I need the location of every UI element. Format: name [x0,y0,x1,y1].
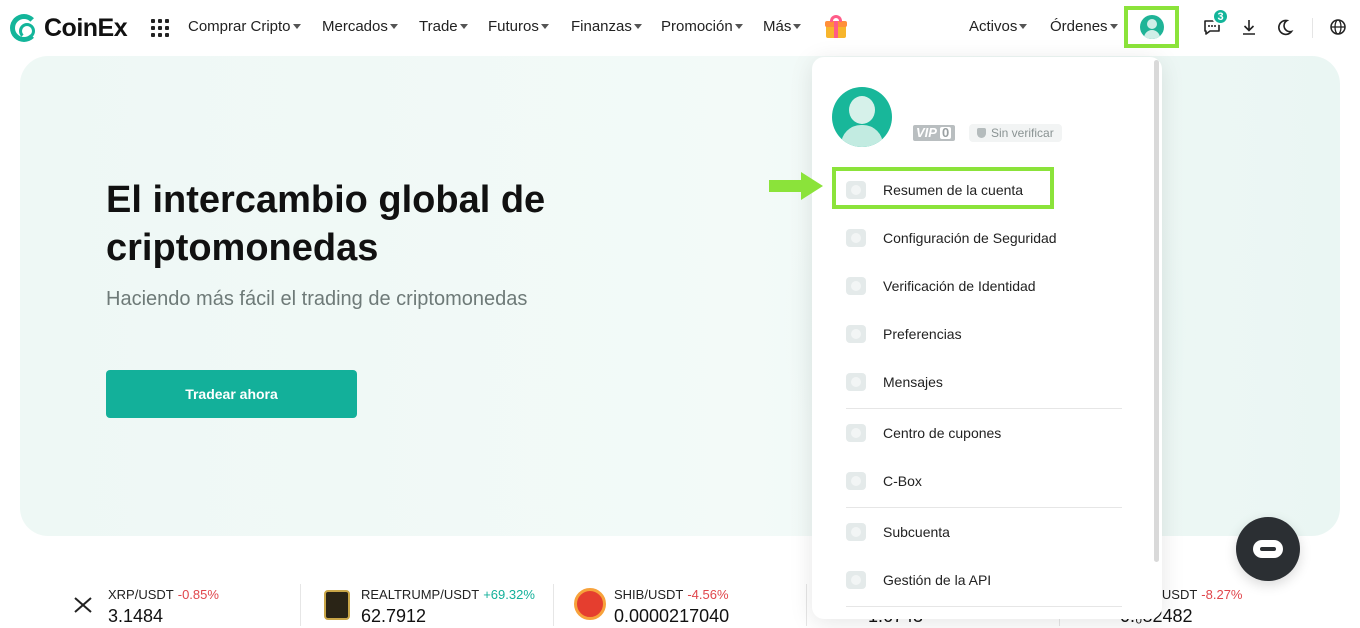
menu-item-subaccount[interactable]: Subcuenta [846,514,1136,550]
divider [1312,18,1313,38]
vip-level: 0 [938,126,953,140]
ticker-price: 62.7912 [361,606,427,626]
api-icon [846,571,866,589]
menu-item-identity-verification[interactable]: Verificación de Identidad [846,268,1136,304]
chat-bubble-icon [1253,540,1283,558]
ticker-pair: SHIB/USDT [614,587,684,602]
ticker-change: -4.56% [687,587,729,602]
shib-coin-icon [574,588,606,620]
menu-item-label: Preferencias [883,326,962,342]
message-icon [846,373,866,391]
box-icon [846,472,866,490]
account-dropdown-menu: VIP 0 Sin verificar Resumen de la cuenta … [812,57,1162,619]
avatar-icon [832,87,892,147]
globe-icon[interactable] [1327,16,1349,38]
chevron-down-icon [292,24,301,29]
chevron-down-icon [1109,24,1118,29]
top-navigation-bar: CoinEx Comprar Cripto Mercados Trade Fut… [0,0,1360,56]
chevron-down-icon [793,24,802,29]
divider [846,606,1122,607]
chevron-down-icon [734,24,743,29]
account-avatar-button[interactable] [1124,6,1179,48]
menu-item-label: C-Box [883,473,922,489]
ticker-price: 3.1484 [108,606,164,626]
chevron-down-icon [389,24,398,29]
menu-item-api-management[interactable]: Gestión de la API [846,562,1136,598]
ticker-pair: REALTRUMP/USDT [361,587,480,602]
chevron-down-icon [540,24,549,29]
menu-item-label: Gestión de la API [883,572,992,588]
menu-item-label: Configuración de Seguridad [883,230,1057,246]
moon-icon[interactable] [1274,16,1296,38]
realtrump-coin-icon [324,590,350,620]
notification-count-badge: 3 [1212,8,1229,25]
divider [553,584,554,626]
ticker-pair: XRP/USDT [108,587,174,602]
menu-item-coupon-center[interactable]: Centro de cupones [846,415,1136,451]
trade-now-button[interactable]: Tradear ahora [106,370,357,418]
ticker-change: +69.32% [483,587,535,602]
support-chat-button[interactable] [1236,517,1300,581]
apps-grid-icon[interactable] [151,19,169,37]
menu-item-label: Mensajes [883,374,943,390]
shield-icon [846,229,866,247]
chevron-down-icon [1019,24,1028,29]
nav-activos[interactable]: Activos [969,18,1028,35]
menu-item-messages[interactable]: Mensajes [846,364,1136,400]
nav-mercados[interactable]: Mercados [322,18,398,35]
ticker-change: -8.27% [1201,587,1243,602]
ticker-item-shib[interactable]: SHIB/USDT -4.56% 0.0000217040 [574,584,804,628]
highlight-box [832,167,1054,209]
ticker-change: -0.85% [177,587,219,602]
gift-icon[interactable] [825,15,847,39]
divider [846,507,1122,508]
dropdown-scrollbar[interactable] [1154,60,1159,562]
logo-text: CoinEx [44,13,128,42]
divider [300,584,301,626]
ticker-price: 0.0000217040 [614,606,730,626]
hero-title: El intercambio global de criptomonedas [106,179,546,269]
xrp-coin-icon [74,597,92,613]
annotation-arrow-icon [769,172,823,200]
chevron-down-icon [633,24,642,29]
coupon-icon [846,424,866,442]
nav-comprar-cripto[interactable]: Comprar Cripto [188,18,301,35]
vip-badge: VIP 0 [913,125,956,141]
chevron-down-icon [459,24,468,29]
menu-item-preferences[interactable]: Preferencias [846,316,1136,352]
nav-futuros[interactable]: Futuros [488,18,549,35]
nav-trade[interactable]: Trade [419,18,468,35]
menu-item-c-box[interactable]: C-Box [846,463,1136,499]
settings-icon [846,325,866,343]
download-icon[interactable] [1238,16,1260,38]
subaccount-icon [846,523,866,541]
nav-mas[interactable]: Más [763,18,802,35]
coinex-logo[interactable]: CoinEx [10,12,128,44]
hero-subtitle: Haciendo más fácil el trading de criptom… [106,288,528,310]
divider [806,584,807,626]
coinex-logo-icon [10,14,38,42]
avatar-icon [1139,15,1164,39]
verification-status-badge[interactable]: Sin verificar [969,124,1062,142]
menu-item-label: Verificación de Identidad [883,278,1036,294]
menu-item-label: Centro de cupones [883,425,1002,441]
nav-promocion[interactable]: Promoción [661,18,743,35]
ticker-item-realtrump[interactable]: REALTRUMP/USDT +69.32% 62.7912 [324,584,554,628]
ticker-item-xrp[interactable]: XRP/USDT -0.85% 3.1484 [72,584,292,628]
menu-item-security-settings[interactable]: Configuración de Seguridad [846,220,1136,256]
nav-finanzas[interactable]: Finanzas [571,18,642,35]
menu-item-label: Subcuenta [883,524,950,540]
divider [846,408,1122,409]
nav-ordenes[interactable]: Órdenes [1050,18,1118,35]
id-card-icon [846,277,866,295]
